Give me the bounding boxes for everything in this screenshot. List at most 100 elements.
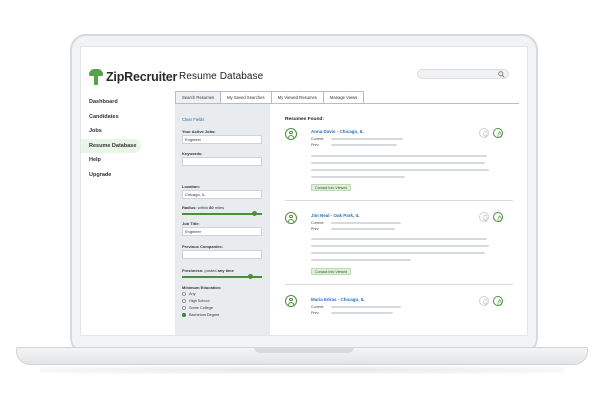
education-option-high-school[interactable]: High School (182, 299, 209, 303)
freshness-posted-text: posted (204, 268, 217, 273)
laptop-shadow (40, 366, 564, 374)
thumbs-down-button[interactable] (479, 212, 489, 222)
contact-info-viewed-badge: Contact Info Viewed (311, 184, 352, 191)
radius-label: Radius: within 80 miles (182, 205, 224, 210)
current-label: Current: (311, 137, 324, 141)
current-text-placeholder (331, 138, 403, 140)
current-label: Current: (311, 305, 324, 309)
logo[interactable]: ZipRecruiter (89, 69, 177, 85)
radius-slider[interactable] (182, 211, 262, 216)
radio-button-selected[interactable] (182, 313, 186, 317)
candidate-name-link[interactable]: Jim Neal - Oak Park, IL (311, 213, 360, 218)
job-title-input[interactable]: Engineer (182, 227, 262, 236)
prev-text-placeholder (331, 228, 395, 230)
prev-text-placeholder (331, 312, 393, 314)
filter-panel: Clear Fields Your Active Jobs: Engineer … (175, 104, 270, 335)
radius-value: 80 (209, 205, 214, 210)
freshness-value: any time (217, 268, 234, 273)
active-jobs-select[interactable]: Engineer (182, 135, 262, 144)
radio-button[interactable] (182, 306, 186, 310)
laptop-notch (254, 347, 354, 353)
prev-text-placeholder (331, 144, 397, 146)
freshness-label-text: Freshness: (182, 268, 204, 273)
prev-label: Prev: (311, 143, 320, 147)
active-jobs-label: Your Active Jobs: (182, 129, 216, 134)
keywords-label: Keywords: (182, 151, 203, 156)
summary-line (311, 259, 411, 261)
prev-label: Prev: (311, 311, 320, 315)
results-panel: Resumes Found: Anna Davis - Chicago, IL … (275, 104, 519, 335)
candidate-avatar-icon[interactable] (285, 128, 297, 140)
contact-info-viewed-badge: Contact Info Viewed (311, 268, 352, 275)
tab-search-resumes[interactable]: Search Resumes (175, 91, 222, 103)
radio-button[interactable] (182, 299, 186, 303)
results-title: Resumes Found: (285, 117, 324, 122)
keywords-input[interactable] (182, 157, 262, 166)
tab-manage-views[interactable]: Manage Views (322, 91, 365, 103)
sidebar-nav: Dashboard Candidates Jobs Resume Databas… (81, 95, 167, 182)
sidebar-item-resume-database[interactable]: Resume Database (81, 138, 141, 153)
sidebar-item-candidates[interactable]: Candidates (81, 110, 167, 124)
thumbs-up-icon (497, 298, 502, 306)
current-label: Current: (311, 221, 324, 225)
result-divider (285, 200, 513, 201)
thumbs-up-button[interactable] (493, 128, 503, 138)
main-panel: Resume Database Search Resumes My Saved … (167, 47, 527, 335)
min-education-label: Minimum Education: (182, 285, 222, 290)
radius-unit: miles (214, 205, 225, 210)
freshness-slider[interactable] (182, 274, 262, 279)
sidebar-item-help[interactable]: Help (81, 153, 167, 167)
location-input[interactable]: Chicago, IL (182, 190, 262, 199)
education-option-any[interactable]: Any (182, 292, 196, 296)
sidebar-item-upgrade[interactable]: Upgrade (81, 168, 167, 182)
result-divider (285, 284, 513, 285)
thumbs-down-icon (482, 298, 487, 306)
thumbs-up-icon (497, 214, 502, 222)
thumbs-down-icon (482, 214, 487, 222)
search-input[interactable] (417, 69, 509, 79)
sidebar-item-dashboard[interactable]: Dashboard (81, 95, 167, 109)
thumbs-up-icon (497, 130, 502, 138)
education-option-label: Any (189, 292, 196, 296)
tab-bar: Search Resumes My Saved Searches My View… (175, 91, 365, 103)
education-option-label: Some College (189, 306, 213, 310)
sidebar-item-jobs[interactable]: Jobs (81, 124, 167, 138)
sidebar: ZipRecruiter Dashboard Candidates Jobs R… (81, 47, 177, 335)
laptop-screen: ZipRecruiter Dashboard Candidates Jobs R… (80, 46, 528, 336)
clear-fields-link[interactable]: Clear Fields (182, 117, 204, 122)
previous-companies-input[interactable] (182, 250, 262, 259)
candidate-name-link[interactable]: Maria Edras - Chicago, IL (311, 297, 365, 302)
radio-button[interactable] (182, 292, 186, 296)
education-option-bachelors[interactable]: Bachelors Degree (182, 313, 219, 317)
thumbs-up-button[interactable] (493, 212, 503, 222)
radius-within-text: within (197, 205, 209, 210)
search-icon[interactable] (498, 71, 505, 78)
ziprecruiter-logo-icon (89, 69, 103, 85)
thumbs-up-button[interactable] (493, 296, 503, 306)
summary-line (311, 245, 489, 247)
thumbs-down-icon (482, 130, 487, 138)
candidate-name-link[interactable]: Anna Davis - Chicago, IL (311, 129, 364, 134)
education-option-some-college[interactable]: Some College (182, 306, 213, 310)
prev-label: Prev: (311, 227, 320, 231)
summary-line (311, 252, 485, 254)
thumbs-down-button[interactable] (479, 128, 489, 138)
education-option-label: High School (189, 299, 210, 303)
tab-my-viewed-resumes[interactable]: My Viewed Resumes (270, 91, 324, 103)
summary-line (311, 155, 487, 157)
radius-slider-handle[interactable] (252, 211, 257, 216)
job-title-label: Job Title: (182, 221, 200, 226)
tab-content: Clear Fields Your Active Jobs: Engineer … (175, 103, 519, 335)
candidate-avatar-icon[interactable] (285, 212, 297, 224)
freshness-slider-handle[interactable] (248, 274, 253, 279)
location-label: Location: (182, 184, 200, 189)
page-title: Resume Database (179, 71, 264, 82)
current-text-placeholder (331, 222, 401, 224)
tab-my-saved-searches[interactable]: My Saved Searches (220, 91, 272, 103)
thumbs-down-button[interactable] (479, 296, 489, 306)
summary-line (311, 162, 485, 164)
previous-companies-label: Previous Companies: (182, 244, 223, 249)
summary-line (311, 169, 489, 171)
freshness-label: Freshness: posted any time (182, 268, 234, 273)
candidate-avatar-icon[interactable] (285, 295, 297, 307)
